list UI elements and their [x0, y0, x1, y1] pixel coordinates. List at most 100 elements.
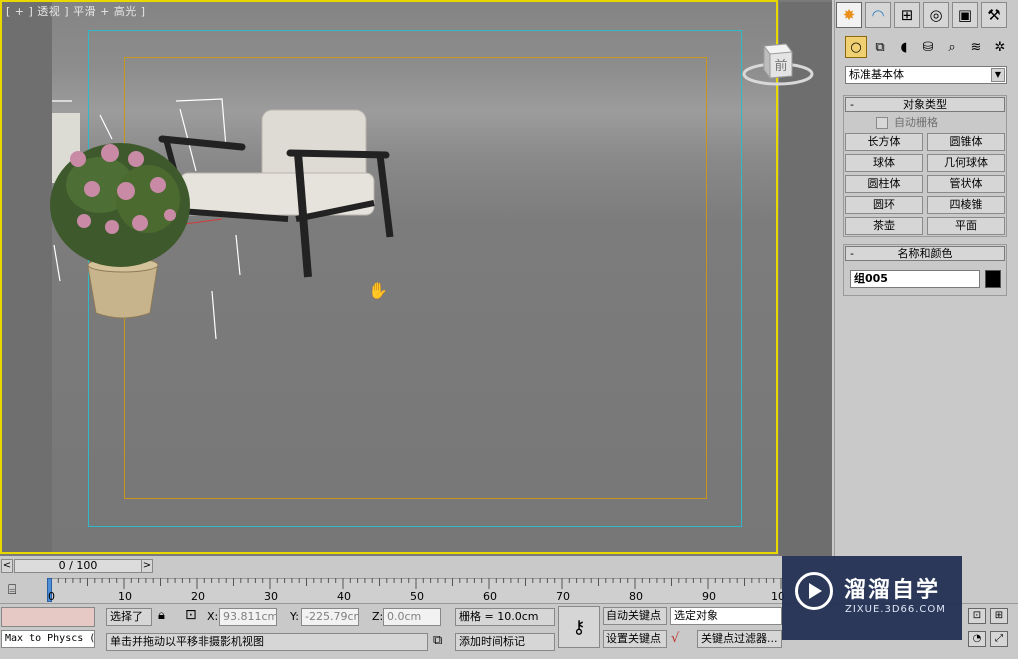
- lights-icon: ◖: [900, 39, 908, 55]
- display-tab[interactable]: ▣: [952, 2, 978, 28]
- maxscript-mini-listener[interactable]: Max to Physcs (: [1, 630, 95, 648]
- autogrid-label: 自动栅格: [894, 116, 938, 129]
- sphere-button[interactable]: 球体: [845, 154, 923, 172]
- maxscript-listener-field[interactable]: [1, 607, 95, 627]
- create-tab[interactable]: ✸: [836, 2, 862, 28]
- key-filters-button[interactable]: 关键点过滤器...: [697, 630, 782, 648]
- autogrid-checkbox[interactable]: 自动栅格: [876, 114, 938, 130]
- key-tangent-icon[interactable]: √: [671, 631, 679, 646]
- shapes-subtab[interactable]: ⧉: [869, 36, 891, 58]
- monitor-icon: ▣: [957, 6, 973, 24]
- tick-label: 40: [337, 590, 351, 603]
- prompt-line: 单击并拖动以平移非摄影机视图: [106, 633, 428, 651]
- grid-size-status: 栅格 = 10.0cm: [455, 608, 555, 626]
- tick-label: 30: [264, 590, 278, 603]
- object-color-swatch[interactable]: [985, 270, 1001, 288]
- category-dropdown[interactable]: 标准基本体 ▼: [845, 66, 1007, 84]
- pyramid-button[interactable]: 四棱锥: [927, 196, 1005, 214]
- viewcube-face-label: 前: [774, 58, 787, 74]
- time-slider[interactable]: < 0 / 100 >: [0, 558, 834, 576]
- armchair: [158, 109, 394, 278]
- hierarchy-icon: ⊞: [900, 6, 914, 24]
- x-coordinate-field[interactable]: 93.811cm: [219, 608, 277, 626]
- chevron-down-icon[interactable]: ▼: [991, 68, 1005, 82]
- selected-object-dropdown[interactable]: 选定对象: [670, 607, 782, 625]
- time-slider-thumb[interactable]: 0 / 100: [14, 559, 142, 573]
- prev-frame-button[interactable]: <: [1, 559, 13, 573]
- collapse-icon: -: [850, 98, 854, 111]
- tick-label: 0: [48, 590, 55, 603]
- absolute-mode-icon[interactable]: ⊡: [185, 607, 197, 623]
- perspective-viewport[interactable]: [ + ] 透视 ] 平滑 + 高光 ] 前 ✋: [0, 0, 834, 556]
- spacewarps-icon: ≋: [970, 39, 982, 55]
- utilities-tab[interactable]: ⚒: [981, 2, 1007, 28]
- watermark-url: ZIXUE.3D66.COM: [845, 604, 946, 615]
- tube-button[interactable]: 管状体: [927, 175, 1005, 193]
- maximize-viewport-icon[interactable]: ⤢: [990, 631, 1008, 647]
- box-button[interactable]: 长方体: [845, 133, 923, 151]
- motion-tab[interactable]: ◎: [923, 2, 949, 28]
- cone-button[interactable]: 圆锥体: [927, 133, 1005, 151]
- zoom-extents-icon[interactable]: ⊡: [968, 608, 986, 624]
- geometry-subtab[interactable]: ○: [845, 36, 867, 58]
- x-label: X:: [207, 610, 219, 623]
- cameras-subtab[interactable]: ⛁: [917, 36, 939, 58]
- potted-plant: [50, 143, 190, 319]
- geosphere-button[interactable]: 几何球体: [927, 154, 1005, 172]
- collapse-icon: -: [850, 247, 854, 260]
- tick-label: 70: [556, 590, 570, 603]
- viewcube[interactable]: 前: [742, 38, 814, 92]
- key-icon: ⚷: [572, 616, 586, 638]
- hammer-icon: ⚒: [987, 6, 1001, 24]
- scene-objects: [50, 98, 394, 340]
- watermark-title: 溜溜自学: [844, 578, 941, 603]
- curve-editor-icon[interactable]: ⌸: [8, 582, 16, 598]
- watermark-logo-icon: [795, 572, 833, 610]
- geometry-sphere-icon: ○: [850, 39, 862, 55]
- category-dropdown-value: 标准基本体: [849, 68, 904, 81]
- torus-button[interactable]: 圆环: [845, 196, 923, 214]
- cameras-icon: ⛁: [922, 39, 934, 55]
- tick-label: 60: [483, 590, 497, 603]
- systems-subtab[interactable]: ✲: [989, 36, 1011, 58]
- sun-star-icon: ✸: [842, 6, 856, 24]
- helpers-subtab[interactable]: ⌕: [941, 36, 963, 58]
- viewport-label[interactable]: [ + ] 透视 ] 平滑 + 高光 ]: [6, 3, 146, 19]
- hierarchy-tab[interactable]: ⊞: [894, 2, 920, 28]
- lights-subtab[interactable]: ◖: [893, 36, 915, 58]
- object-type-header[interactable]: - 对象类型: [845, 97, 1005, 112]
- auto-key-button[interactable]: 自动关键点: [603, 607, 667, 625]
- tick-label: 80: [629, 590, 643, 603]
- y-label: Y:: [290, 610, 299, 623]
- tick-label: 20: [191, 590, 205, 603]
- y-coordinate-field[interactable]: -225.79cm: [301, 608, 359, 626]
- next-frame-button[interactable]: >: [141, 559, 153, 573]
- tick-label: 90: [702, 590, 716, 603]
- helpers-icon: ⌕: [948, 39, 956, 55]
- motion-circle-icon: ◎: [929, 6, 943, 24]
- hand-pan-icon: ✋: [368, 281, 388, 300]
- lock-icon[interactable]: 🔒︎: [158, 608, 165, 623]
- object-name-field[interactable]: 组005: [850, 270, 980, 288]
- teapot-button[interactable]: 茶壶: [845, 217, 923, 235]
- orbit-icon[interactable]: ◔: [968, 631, 986, 647]
- z-coordinate-field[interactable]: 0.0cm: [383, 608, 441, 626]
- add-time-tag-button[interactable]: 添加时间标记: [455, 633, 555, 651]
- selected-object-value: 选定对象: [674, 609, 718, 622]
- spacewarps-subtab[interactable]: ≋: [965, 36, 987, 58]
- tick-label: 50: [410, 590, 424, 603]
- zoom-all-icon[interactable]: ⊞: [990, 608, 1008, 624]
- checkbox-icon: [876, 117, 888, 129]
- set-key-button[interactable]: ⚷: [558, 606, 600, 648]
- time-tag-icon[interactable]: ⧉: [433, 633, 442, 648]
- object-type-title: 对象类型: [903, 98, 947, 111]
- bend-icon: ◠: [871, 6, 885, 24]
- shapes-icon: ⧉: [875, 39, 885, 55]
- tick-label: 10: [118, 590, 132, 603]
- cylinder-button[interactable]: 圆柱体: [845, 175, 923, 193]
- modify-tab[interactable]: ◠: [865, 2, 891, 28]
- z-label: Z:: [372, 610, 384, 623]
- set-key-mode-button[interactable]: 设置关键点: [603, 630, 667, 648]
- name-color-header[interactable]: - 名称和颜色: [845, 246, 1005, 261]
- plane-button[interactable]: 平面: [927, 217, 1005, 235]
